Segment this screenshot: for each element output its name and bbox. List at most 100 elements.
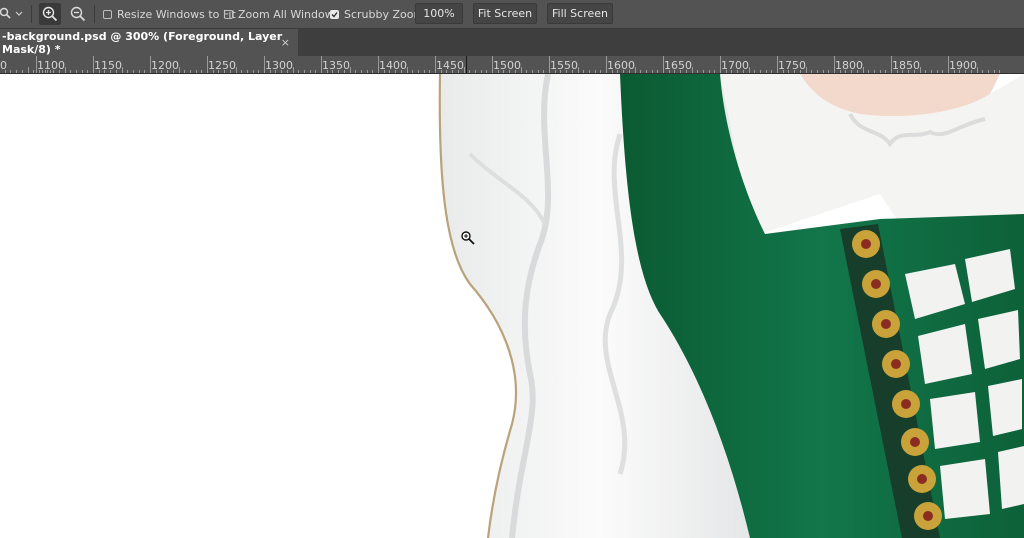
ruler-minor-tick [104, 70, 106, 73]
ruler-minor-tick [75, 70, 77, 73]
ruler-minor-tick [885, 70, 887, 73]
zoom-all-windows-label: Zoom All Windows [238, 7, 340, 21]
horizontal-ruler[interactable]: 0 1100 1150 1200 1250 1300 1350 1400 1450 1500 155… [0, 56, 1024, 74]
ruler-minor-tick [919, 67, 921, 73]
ruler-minor-tick [224, 70, 226, 73]
ruler-minor-tick [389, 70, 391, 73]
fill-screen-button[interactable]: Fill Screen [547, 3, 613, 24]
ruler-minor-tick [27, 67, 29, 73]
ruler-minor-tick [868, 70, 870, 73]
ruler-minor-tick [212, 70, 214, 73]
ruler-minor-tick [737, 70, 739, 73]
ruler-minor-tick [560, 70, 562, 73]
ruler-minor-tick [856, 70, 858, 73]
ruler-minor-tick [474, 70, 476, 73]
ruler-minor-tick [21, 70, 23, 73]
ruler-minor-tick [366, 70, 368, 73]
resize-windows-option[interactable]: Resize Windows to Fit [103, 0, 236, 28]
ruler-minor-tick [469, 70, 471, 73]
ruler-minor-tick [178, 67, 180, 73]
resize-windows-checkbox[interactable] [103, 9, 112, 19]
scrubby-zoom-checkbox[interactable] [330, 9, 339, 19]
ruler-minor-tick [514, 70, 516, 73]
ruler-major-tick [435, 56, 436, 73]
zoom-percentage-field[interactable]: 100% [415, 3, 463, 24]
ruler-minor-tick [634, 67, 636, 73]
ruler-minor-tick [794, 70, 796, 73]
ruler-minor-tick [811, 70, 813, 73]
document-tab-bar: -background.psd @ 300% (Foreground, Laye… [0, 29, 1024, 56]
zoom-tool-icon[interactable] [0, 0, 14, 28]
ruler-minor-tick [400, 70, 402, 73]
ruler-minor-tick [33, 70, 35, 73]
ruler-minor-tick [509, 70, 511, 73]
ruler-minor-tick [839, 70, 841, 73]
document-tab[interactable]: -background.psd @ 300% (Foreground, Laye… [0, 29, 298, 56]
ruler-minor-tick [503, 70, 505, 73]
ruler-minor-tick [731, 70, 733, 73]
ruler-major-tick [663, 56, 664, 73]
ruler-minor-tick [497, 70, 499, 73]
ruler-minor-tick [908, 70, 910, 73]
ruler-minor-tick [651, 70, 653, 73]
ruler-minor-tick [486, 70, 488, 73]
ruler-minor-tick [167, 70, 169, 73]
ruler-minor-tick [189, 70, 191, 73]
ruler-minor-tick [292, 67, 294, 73]
ruler-minor-tick [828, 70, 830, 73]
ruler-minor-tick [81, 70, 83, 73]
ruler-minor-tick [537, 70, 539, 73]
ruler-minor-tick [41, 70, 43, 73]
ruler-minor-tick [680, 70, 682, 73]
ruler-minor-tick [531, 70, 533, 73]
ruler-minor-tick [577, 67, 579, 73]
ruler-major-tick [150, 56, 151, 73]
ruler-minor-tick [982, 70, 984, 73]
ruler-minor-tick [600, 70, 602, 73]
ruler-minor-tick [845, 70, 847, 73]
ruler-minor-tick [685, 70, 687, 73]
ruler-minor-tick [252, 70, 254, 73]
ruler-minor-tick [241, 70, 243, 73]
ruler-minor-tick [201, 70, 203, 73]
ruler-major-tick [891, 56, 892, 73]
ruler-minor-tick [862, 67, 864, 73]
scrubby-zoom-option[interactable]: Scrubby Zoom [330, 0, 424, 28]
ruler-minor-tick [309, 70, 311, 73]
ruler-minor-tick [355, 70, 357, 73]
ruler-minor-tick [742, 70, 744, 73]
ruler-major-tick [720, 56, 721, 73]
ruler-minor-tick [702, 70, 704, 73]
ruler-major-tick [264, 56, 265, 73]
ruler-minor-tick [4, 70, 6, 73]
ruler-minor-tick [58, 70, 60, 73]
zoom-in-button[interactable] [39, 3, 61, 25]
ruler-minor-tick [788, 70, 790, 73]
ruler-minor-tick [16, 70, 18, 73]
ruler-minor-tick [959, 70, 961, 73]
ruler-minor-tick [218, 70, 220, 73]
ruler-minor-tick [87, 70, 89, 73]
ruler-minor-tick [184, 70, 186, 73]
ruler-minor-tick [115, 70, 117, 73]
ruler-minor-tick [942, 70, 944, 73]
ruler-minor-tick [913, 70, 915, 73]
ruler-minor-tick [976, 67, 978, 73]
ruler-minor-tick [275, 70, 277, 73]
zoom-out-button[interactable] [67, 3, 89, 25]
ruler-minor-tick [953, 70, 955, 73]
zoom-all-windows-option[interactable]: Zoom All Windows [224, 0, 339, 28]
ruler-minor-tick [423, 70, 425, 73]
fit-screen-button[interactable]: Fit Screen [473, 3, 537, 24]
zoom-all-windows-checkbox[interactable] [224, 9, 233, 19]
close-tab-icon[interactable]: × [281, 29, 290, 56]
ruler-minor-tick [64, 67, 66, 73]
ruler-minor-tick [554, 70, 556, 73]
ruler-minor-tick [315, 70, 317, 73]
ruler-minor-tick [429, 70, 431, 73]
ruler-minor-tick [851, 70, 853, 73]
ruler-minor-tick [657, 70, 659, 73]
tool-preset-chevron-down-icon[interactable] [15, 0, 23, 28]
ruler-minor-tick [526, 70, 528, 73]
document-canvas[interactable] [0, 74, 1024, 538]
